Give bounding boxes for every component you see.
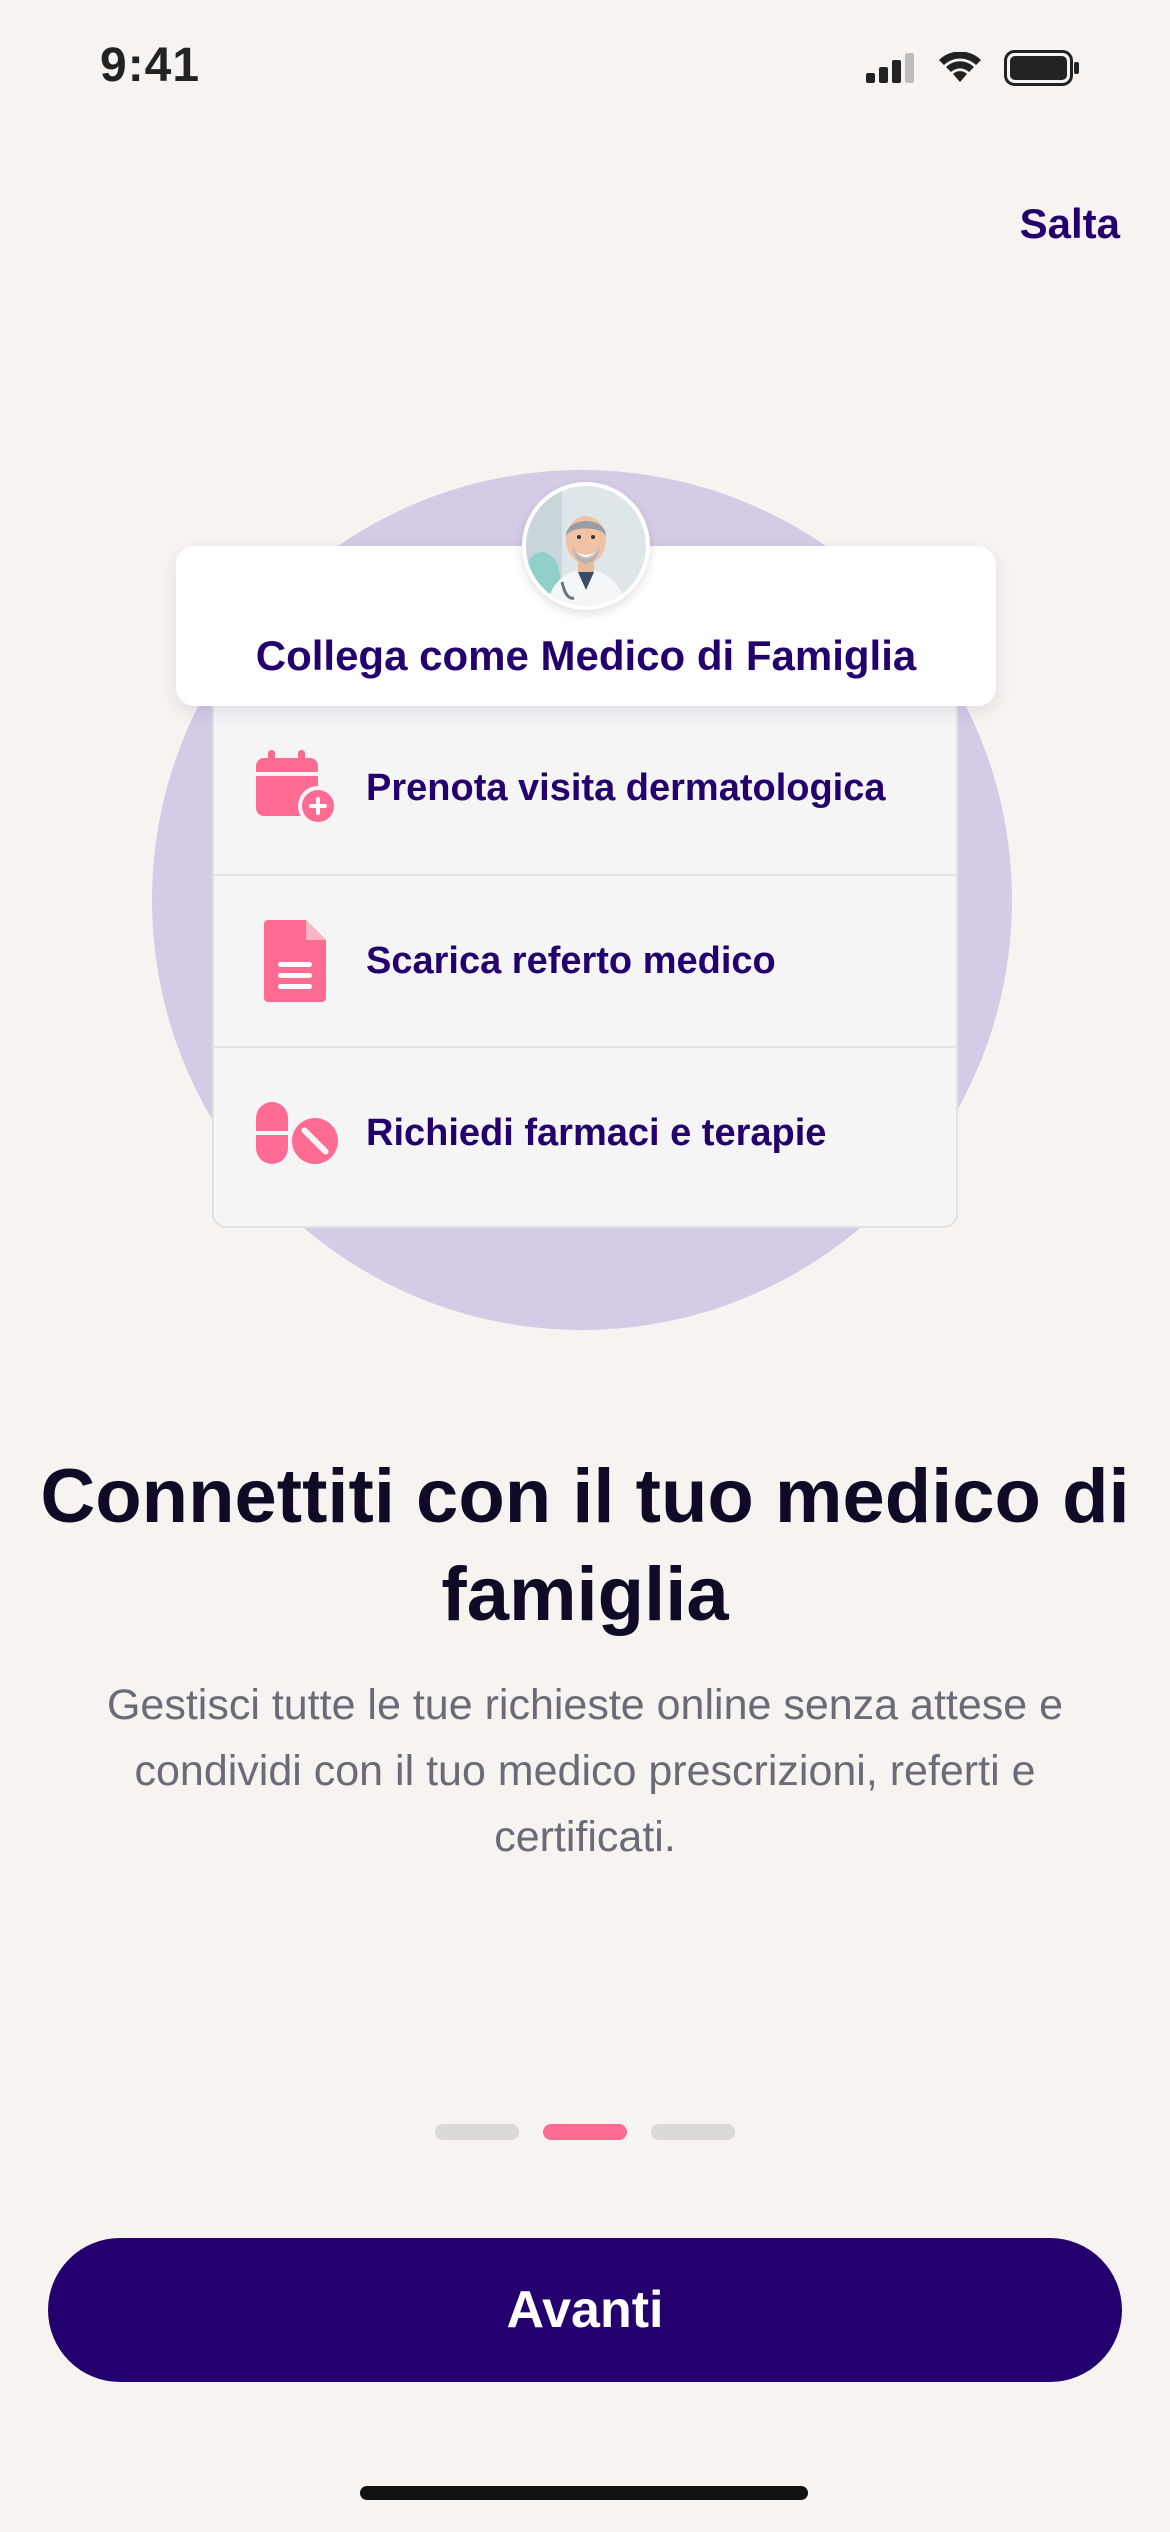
skip-link[interactable]: Salta xyxy=(1020,200,1120,248)
page-indicator xyxy=(0,2124,1170,2140)
page-indicator-dot xyxy=(435,2124,519,2140)
document-icon xyxy=(252,916,342,1006)
pill-icon xyxy=(252,1088,342,1178)
page-description: Gestisci tutte le tue richieste online s… xyxy=(106,1681,1064,1861)
page-title: Connettiti con il tuo medico di famiglia xyxy=(40,1454,1130,1637)
list-item: Prenota visita dermatologica xyxy=(214,702,956,874)
status-icons xyxy=(866,48,1080,92)
list-item: Scarica referto medico xyxy=(214,874,956,1046)
calendar-add-icon xyxy=(252,743,342,833)
doctor-avatar xyxy=(522,482,650,610)
list-item-label: Richiedi farmaci e terapie xyxy=(366,1111,827,1154)
wifi-icon xyxy=(938,50,982,89)
battery-icon xyxy=(1004,49,1080,91)
list-item-label: Scarica referto medico xyxy=(366,939,776,982)
next-button[interactable]: Avanti xyxy=(48,2238,1122,2382)
page-indicator-dot-active xyxy=(543,2124,627,2140)
page-indicator-dot xyxy=(651,2124,735,2140)
status-time: 9:41 xyxy=(100,39,201,92)
services-list-card: Prenota visita dermatologica Scarica ref… xyxy=(212,700,958,1228)
cellular-signal-icon xyxy=(866,52,916,88)
home-indicator xyxy=(360,2486,808,2500)
connect-doctor-card-title: Collega come Medico di Famiglia xyxy=(255,632,917,679)
list-item: Richiedi farmaci e terapie xyxy=(214,1046,956,1218)
list-item-label: Prenota visita dermatologica xyxy=(366,766,886,809)
